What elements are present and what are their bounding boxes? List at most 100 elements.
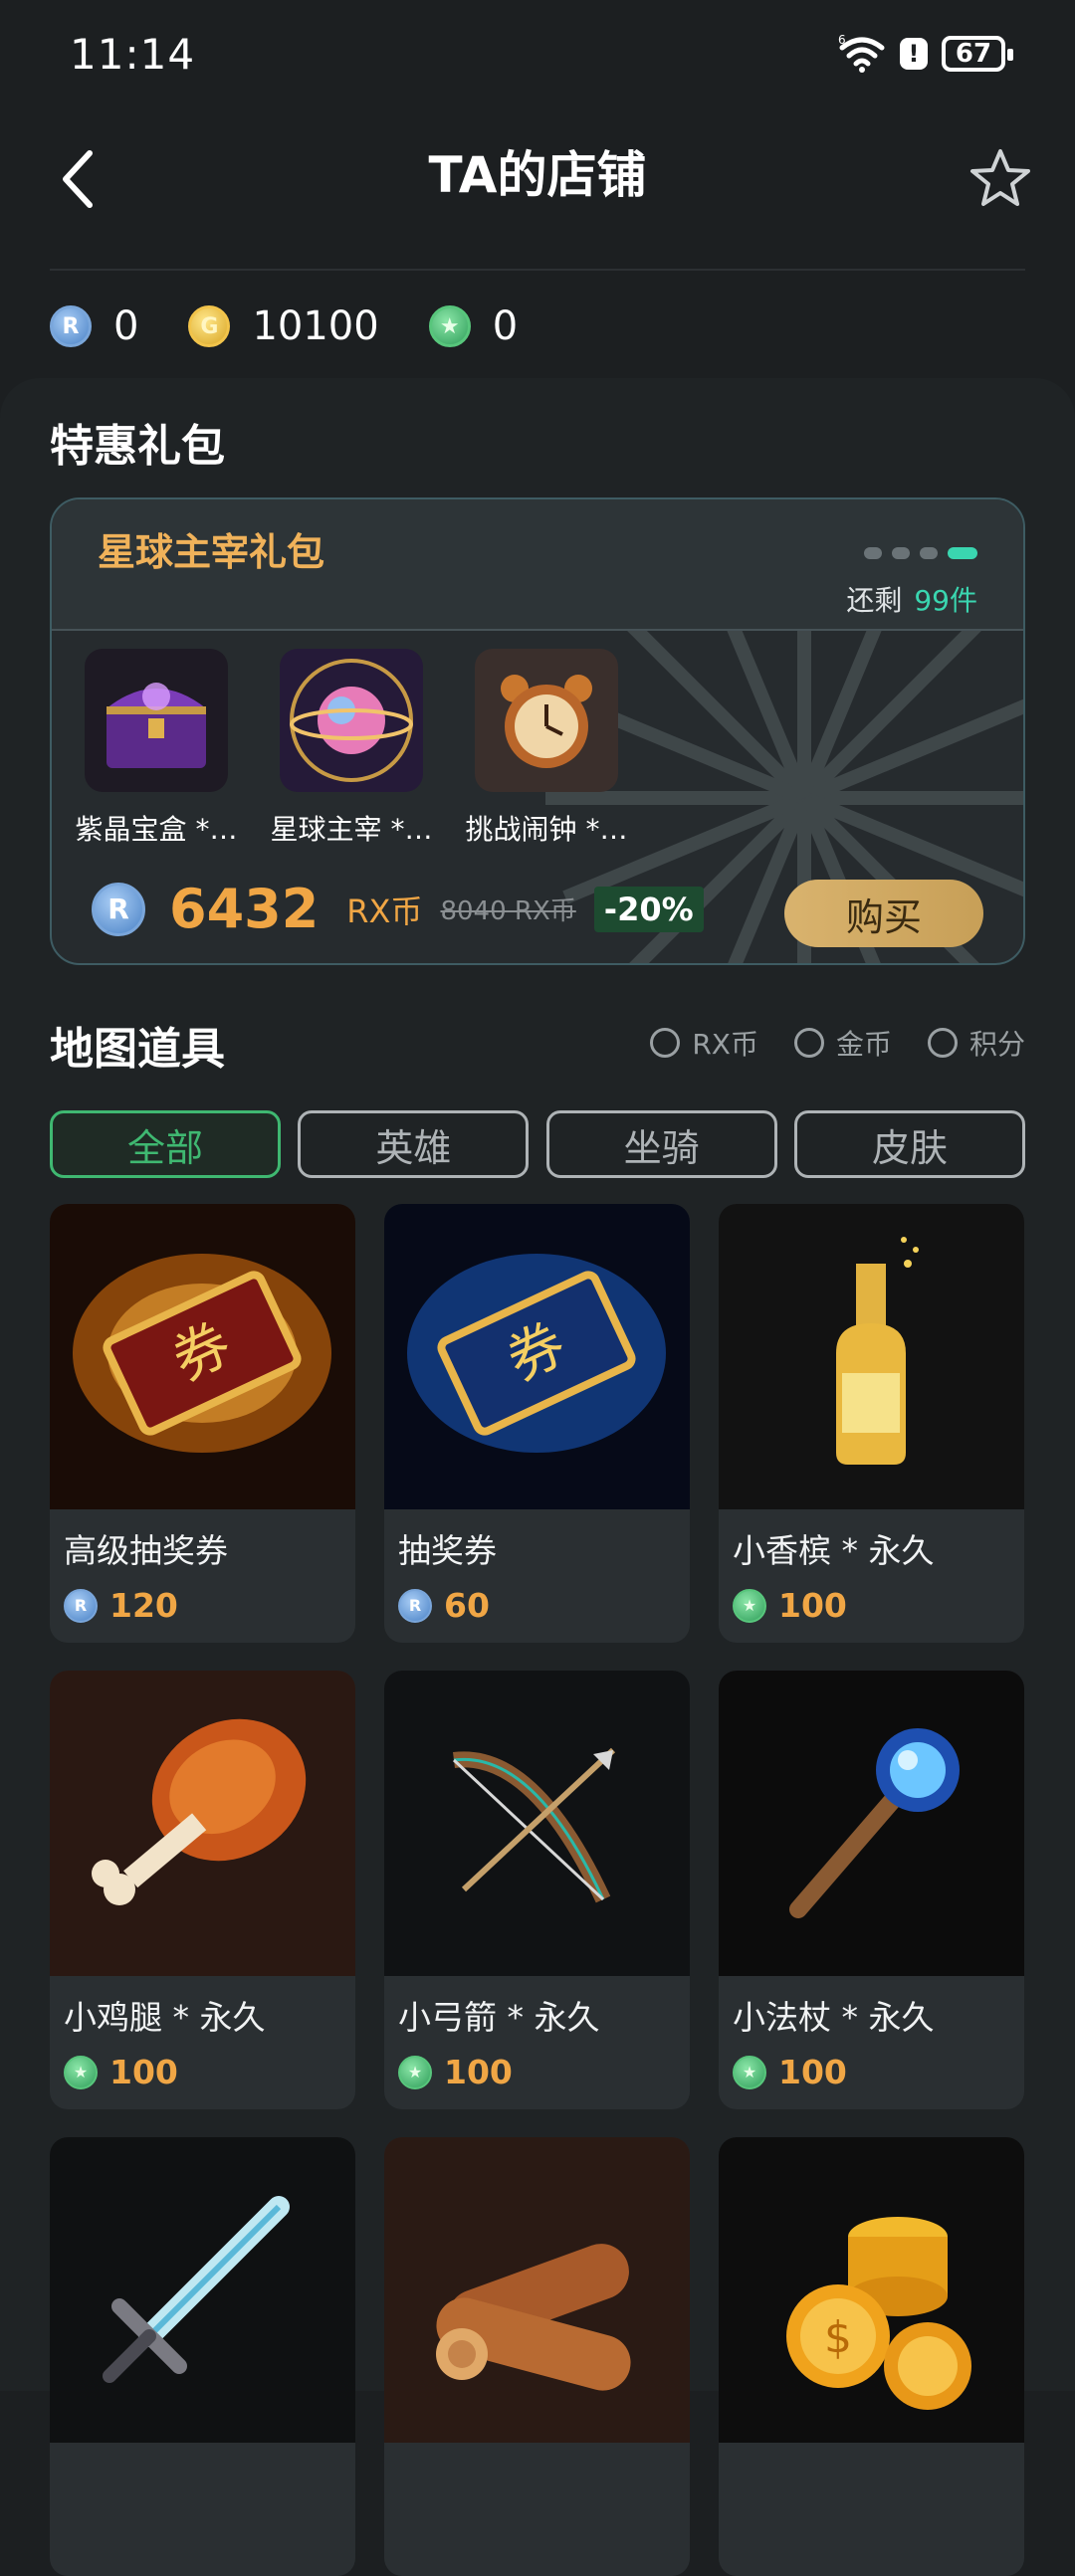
balance-row: R 0 G 10100 ★ 0 [50, 297, 567, 356]
tab-mounts[interactable]: 坐骑 [545, 1110, 777, 1178]
pack-item-label: 挑战闹钟 *… [465, 813, 628, 846]
wood-logs-icon [384, 2137, 690, 2443]
premium-ticket-icon: 券 [50, 1204, 355, 1509]
filter-points[interactable]: 积分 [927, 1023, 1025, 1063]
rx-coin-icon: R [50, 305, 92, 347]
remaining-label: 还剩 [846, 584, 903, 617]
category-tabs: 全部 英雄 坐骑 皮肤 [50, 1110, 1025, 1178]
currency-filters: RX币 金币 积分 [614, 1023, 1025, 1063]
points-icon: ★ [398, 2055, 432, 2089]
product-price-value: 100 [444, 2053, 513, 2091]
gold-balance: G 10100 [188, 303, 379, 349]
product-price-value: 100 [109, 2053, 178, 2091]
remaining-value: 99件 [914, 584, 977, 617]
filter-label: RX币 [692, 1028, 758, 1061]
rx-coin-icon: R [398, 1588, 432, 1623]
magic-staff-icon [719, 1671, 1024, 1976]
points-icon: ★ [428, 305, 471, 347]
product-grid: 券 高级抽奖券 R 120 券 抽奖券 R 60 小香槟 * 永久 ★ 100 … [50, 1204, 1025, 2576]
product-price: R 60 [398, 1586, 490, 1625]
status-bar: 11:14 6 ! 67 [0, 0, 1075, 109]
product-card[interactable]: 券 抽奖券 R 60 [384, 1204, 690, 1643]
filter-gold[interactable]: 金币 [793, 1023, 892, 1063]
tab-skins[interactable]: 皮肤 [793, 1110, 1025, 1178]
rx-coin-icon: R [92, 882, 145, 936]
product-price-value: 100 [778, 2053, 847, 2091]
battery-icon: 67 [942, 36, 1013, 72]
product-card[interactable]: 小弓箭 * 永久 ★ 100 [384, 1671, 690, 2109]
product-price-value: 60 [444, 1586, 490, 1625]
rx-balance: R 0 [50, 303, 138, 349]
points-icon: ★ [733, 1588, 766, 1623]
product-card[interactable]: 小香槟 * 永久 ★ 100 [719, 1204, 1024, 1643]
carousel-dot[interactable] [864, 547, 882, 559]
radio-icon [927, 1028, 958, 1058]
product-card[interactable]: $ [719, 2137, 1024, 2576]
product-name: 小香槟 * 永久 [733, 1531, 935, 1570]
pack-name: 星球主宰礼包 [98, 530, 325, 574]
product-card[interactable]: 小鸡腿 * 永久 ★ 100 [50, 1671, 355, 2109]
page-title: TA的店铺 [428, 146, 647, 204]
svg-text:$: $ [824, 2312, 852, 2363]
alert-icon: ! [900, 38, 928, 70]
carousel-dots[interactable] [864, 547, 977, 559]
product-price: ★ 100 [398, 2053, 513, 2091]
pack-price: 6432 [169, 878, 320, 940]
product-price-value: 100 [778, 1586, 847, 1625]
filter-rx[interactable]: RX币 [650, 1023, 758, 1063]
gift-pack-card[interactable]: 星球主宰礼包 还剩 99件 紫晶宝盒 *… 星球主宰 *… 挑战闹钟 *… R … [50, 497, 1025, 965]
radio-icon [650, 1028, 681, 1058]
status-time: 11:14 [70, 30, 196, 79]
product-name: 抽奖券 [398, 1531, 497, 1570]
carousel-dot[interactable] [892, 547, 910, 559]
pack-item-label: 星球主宰 *… [270, 813, 433, 846]
pack-original-price: 8040 RX币 [440, 896, 576, 926]
product-price: ★ 100 [64, 2053, 178, 2091]
lottery-ticket-icon: 券 [384, 1204, 690, 1509]
bow-arrow-icon [384, 1671, 690, 1976]
rx-balance-value: 0 [113, 303, 139, 349]
product-card[interactable] [384, 2137, 690, 2576]
product-name: 小弓箭 * 永久 [398, 1998, 600, 2037]
product-card[interactable]: 券 高级抽奖券 R 120 [50, 1204, 355, 1643]
remaining-stock: 还剩 99件 [846, 579, 977, 619]
chicken-leg-icon [50, 1671, 355, 1976]
pack-item[interactable]: 星球主宰 *… [271, 649, 432, 848]
points-icon: ★ [64, 2055, 98, 2089]
tab-all[interactable]: 全部 [50, 1110, 281, 1178]
tab-heroes[interactable]: 英雄 [298, 1110, 530, 1178]
filter-label: 积分 [968, 1028, 1025, 1061]
pack-items: 紫晶宝盒 *… 星球主宰 *… 挑战闹钟 *… [76, 649, 627, 848]
amethyst-chest-icon [85, 649, 228, 792]
favorite-star-icon[interactable] [966, 143, 1035, 213]
product-price: R 120 [64, 1586, 178, 1625]
buy-button[interactable]: 购买 [784, 880, 983, 947]
signal-tag: 6 [838, 34, 846, 47]
radio-icon [793, 1028, 824, 1058]
pack-item-label: 紫晶宝盒 *… [75, 813, 238, 846]
pack-price-row: R 6432 RX币 8040 RX币 -20% [92, 878, 704, 940]
map-section-title: 地图道具 [50, 1024, 225, 1075]
product-price: ★ 100 [733, 2053, 847, 2091]
battery-level: 67 [955, 39, 992, 69]
product-card[interactable]: 小法杖 * 永久 ★ 100 [719, 1671, 1024, 2109]
pack-header: 星球主宰礼包 还剩 99件 [52, 499, 1023, 631]
pack-item[interactable]: 紫晶宝盒 *… [76, 649, 237, 848]
carousel-dot-active[interactable] [948, 547, 977, 559]
product-name: 小鸡腿 * 永久 [64, 1998, 266, 2037]
product-price-value: 120 [109, 1586, 178, 1625]
points-balance-value: 0 [492, 303, 519, 349]
points-icon: ★ [733, 2055, 766, 2089]
product-price: ★ 100 [733, 1586, 847, 1625]
product-name: 高级抽奖券 [64, 1531, 228, 1570]
nav-divider [50, 269, 1025, 271]
gift-section-title: 特惠礼包 [50, 421, 225, 472]
alarm-clock-icon [475, 649, 618, 792]
points-balance: ★ 0 [428, 303, 519, 349]
product-card[interactable] [50, 2137, 355, 2576]
pack-item[interactable]: 挑战闹钟 *… [466, 649, 627, 848]
wifi-icon: 6 [838, 34, 885, 73]
carousel-dot[interactable] [920, 547, 938, 559]
gold-coins-icon: $ [719, 2137, 1024, 2443]
rx-coin-icon: R [64, 1588, 98, 1623]
